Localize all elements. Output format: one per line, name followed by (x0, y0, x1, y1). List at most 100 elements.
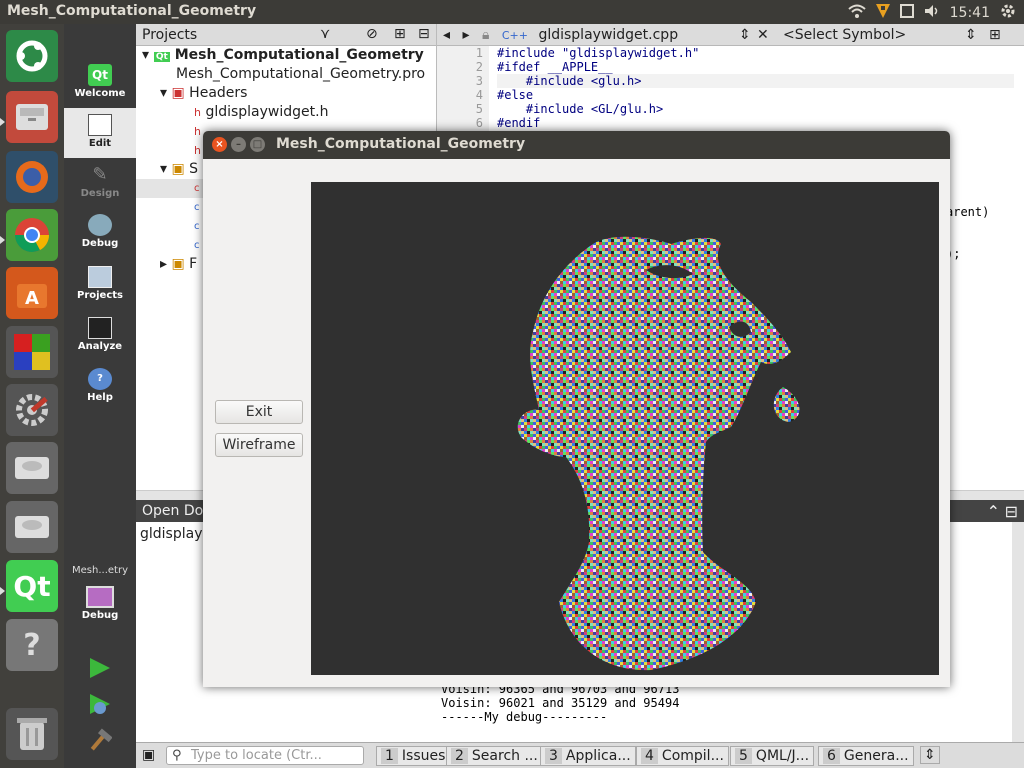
sidebar-toggle-icon[interactable]: ▣ (142, 747, 155, 763)
tree-item-label: Headers (189, 85, 248, 101)
bug-icon (88, 214, 112, 236)
open-file-name[interactable]: gldisplaywidget.cpp (538, 27, 678, 43)
minimize-icon[interactable]: – (231, 137, 246, 152)
tab-label: Applica... (565, 748, 631, 764)
code-line: #include "gldisplaywidget.h" (497, 46, 700, 60)
tab-label: QML/J... (755, 748, 810, 764)
wifi-icon[interactable] (847, 4, 866, 22)
debug-run-icon[interactable] (88, 692, 112, 719)
tab-application-output[interactable]: 3 Applica... (540, 746, 636, 766)
kit-name: Mesh...etry (72, 565, 128, 576)
kit-selector[interactable]: Debug (64, 580, 136, 630)
chrome-icon[interactable] (6, 209, 58, 261)
build-hammer-icon[interactable] (88, 728, 113, 755)
split-icon[interactable]: ⊞ (989, 27, 1001, 43)
tree-item-headers[interactable]: ▾ ▣ Headers (136, 84, 436, 103)
volume-icon[interactable] (924, 4, 940, 22)
help-icon[interactable]: ? (6, 619, 58, 671)
tree-item-pro[interactable]: Mesh_Computational_Geometry.pro (136, 65, 436, 84)
tree-item-label: gldisplaywidget.h (205, 104, 329, 120)
keyboard-icon[interactable] (899, 4, 914, 22)
run-icon[interactable] (88, 656, 112, 683)
software-center-icon[interactable]: A (6, 267, 58, 319)
close-panel-icon[interactable]: ⊟ (418, 26, 430, 42)
tab-compile-output[interactable]: 4 Compil... (636, 746, 729, 766)
log-line: Voisin: 96021 and 35129 and 95494 (441, 696, 680, 710)
search-icon: ⚲ (172, 748, 182, 763)
projects-icon (88, 266, 112, 288)
disk-icon[interactable] (6, 442, 58, 494)
code-line: #include <GL/glu.h> (497, 102, 664, 116)
tab-number: 1 (381, 748, 398, 764)
close-icon[interactable]: × (212, 137, 227, 152)
clock[interactable]: 15:41 (950, 5, 990, 21)
mode-selector: Qt Welcome Edit ✎ Design Debug Projects … (64, 24, 136, 768)
exit-button[interactable]: Exit (215, 400, 303, 424)
mode-welcome[interactable]: Qt Welcome (64, 58, 136, 108)
qt-creator-icon[interactable]: Qt (6, 560, 58, 612)
files-icon[interactable] (6, 91, 58, 143)
locator-input[interactable]: ⚲ Type to locate (Ctr... (166, 746, 364, 765)
mode-label: Debug (81, 238, 119, 249)
file-dropdown-icon[interactable]: ⇕ (739, 27, 751, 43)
pencil-icon: ✎ (92, 164, 108, 185)
launcher: A Qt ? (0, 24, 64, 768)
link-icon[interactable]: ⊘ (366, 26, 378, 42)
mode-projects[interactable]: Projects (64, 260, 136, 310)
monitor-icon (86, 586, 114, 608)
back-arrow-icon[interactable]: ◂ (443, 27, 450, 43)
gear-icon[interactable] (1000, 3, 1016, 23)
tab-general-messages[interactable]: 6 Genera... (818, 746, 914, 766)
tree-item-label: c (194, 202, 200, 213)
symbol-selector[interactable]: <Select Symbol> (783, 27, 906, 43)
code-line: #ifdef __APPLE__ (497, 60, 613, 74)
maximize-icon[interactable]: □ (250, 137, 265, 152)
forward-arrow-icon[interactable]: ▸ (462, 27, 469, 43)
system-settings-icon[interactable] (6, 384, 58, 436)
tree-item-label: h (194, 144, 201, 157)
trash-icon[interactable] (6, 708, 58, 760)
close-file-icon[interactable]: ✕ (757, 27, 769, 43)
split-icon[interactable]: ⊞ (394, 26, 406, 42)
vertical-scrollbar[interactable] (1012, 522, 1024, 742)
tree-item-header-file[interactable]: h gldisplaywidget.h (136, 103, 436, 122)
tree-item-label: F (189, 256, 198, 272)
symbol-dropdown-icon[interactable]: ⇕ (965, 27, 977, 43)
mode-debug[interactable]: Debug (64, 208, 136, 258)
lock-icon[interactable]: 🔒︎ (482, 27, 489, 43)
document-icon (88, 114, 112, 136)
update-icon[interactable] (875, 4, 890, 22)
app-window: × – □ Mesh_Computational_Geometry Exit W… (203, 131, 950, 687)
tree-item-label: Mesh_Computational_Geometry (174, 47, 424, 63)
wireframe-button[interactable]: Wireframe (215, 433, 303, 457)
locator-placeholder: Type to locate (Ctr... (191, 748, 322, 763)
tab-search[interactable]: 2 Search ... (446, 746, 543, 766)
minimize-pane-icon[interactable]: ⌃ (987, 502, 1000, 521)
firefox-icon[interactable] (6, 151, 58, 203)
tree-item-label: c (194, 221, 200, 232)
tab-qml-console[interactable]: 5 QML/J... (730, 746, 815, 766)
line-number: 2 (475, 60, 483, 74)
code-fragment: arent) (946, 205, 990, 219)
projects-header: Projects ⋎ ⊘ ⊞ ⊟ (136, 24, 436, 46)
tree-item-project[interactable]: ▾ Qt Mesh_Computational_Geometry (136, 46, 436, 65)
mode-design[interactable]: ✎ Design (64, 158, 136, 208)
mode-label: Welcome (74, 88, 126, 99)
gl-display-widget[interactable] (311, 182, 939, 675)
libreoffice-calc-icon[interactable] (6, 326, 58, 378)
disk-icon[interactable] (6, 501, 58, 553)
mode-edit[interactable]: Edit (64, 108, 136, 158)
close-pane-icon[interactable]: ⊟ (1005, 502, 1018, 521)
top-panel: Mesh_Computational_Geometry 15:41 (0, 0, 1024, 24)
app-window-titlebar[interactable]: × – □ Mesh_Computational_Geometry (203, 131, 950, 159)
code-line: #endif (497, 116, 541, 130)
more-tabs-icon[interactable]: ⇕ (920, 746, 940, 764)
code-lines[interactable]: #include "gldisplaywidget.h" #ifdef __AP… (497, 46, 1014, 130)
mesh-earring (773, 387, 800, 422)
tab-issues[interactable]: 1 Issues (376, 746, 451, 766)
mode-help[interactable]: ? Help (64, 362, 136, 412)
filter-icon[interactable]: ⋎ (320, 26, 330, 42)
mode-analyze[interactable]: Analyze (64, 311, 136, 361)
ubuntu-dash-icon[interactable] (6, 30, 58, 82)
mesh-render (517, 236, 800, 671)
